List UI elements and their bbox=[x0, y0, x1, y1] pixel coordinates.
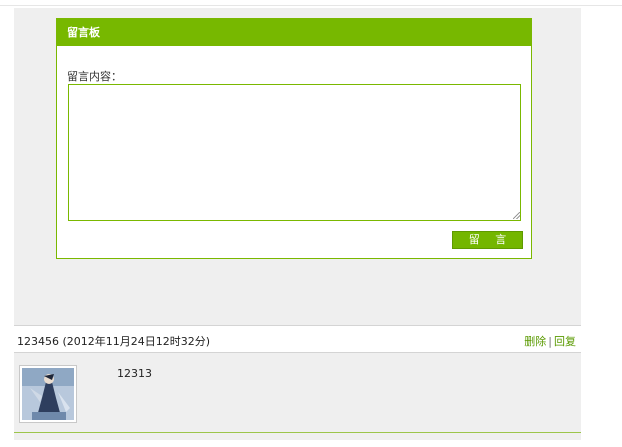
action-separator: | bbox=[548, 335, 552, 348]
guestbook-area: 留言板 留言内容： 留 言 123456 (2012年11月24日12时32分)… bbox=[14, 8, 581, 440]
message-textarea[interactable] bbox=[68, 84, 521, 221]
entry-content: 12313 bbox=[117, 367, 152, 380]
reply-link[interactable]: 回复 bbox=[554, 335, 576, 348]
board-title: 留言板 bbox=[57, 19, 531, 46]
top-divider bbox=[0, 5, 622, 6]
entry-actions: 删除 | 回复 bbox=[524, 333, 576, 349]
bottom-divider bbox=[14, 432, 581, 433]
delete-link[interactable]: 删除 bbox=[524, 335, 546, 348]
message-board-panel: 留言板 留言内容： 留 言 bbox=[56, 18, 532, 259]
avatar-image-icon bbox=[22, 368, 74, 420]
resize-grip-icon[interactable] bbox=[513, 212, 520, 219]
avatar bbox=[19, 365, 77, 423]
entry-header: 123456 (2012年11月24日12时32分) 删除 | 回复 bbox=[14, 325, 581, 353]
entry-meta: 123456 (2012年11月24日12时32分) bbox=[17, 335, 211, 348]
content-label: 留言内容： bbox=[67, 70, 122, 83]
submit-message-button[interactable]: 留 言 bbox=[452, 231, 523, 249]
